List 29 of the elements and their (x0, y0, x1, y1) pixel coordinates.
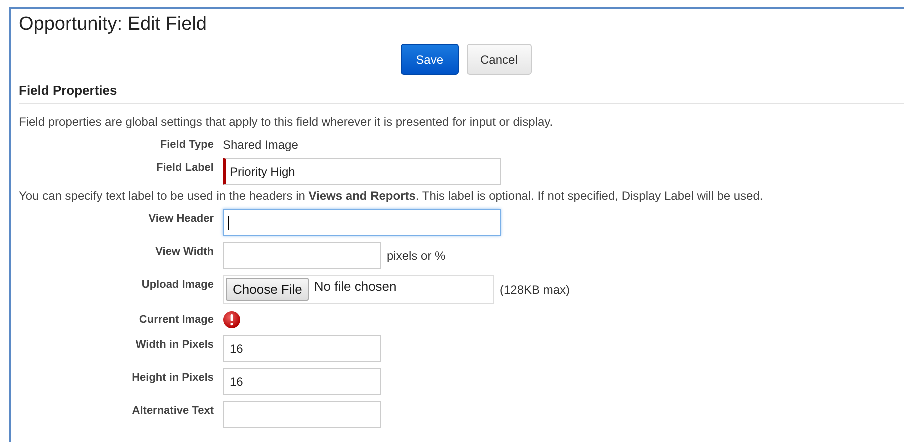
size-limit-text: (128KB max) (500, 282, 570, 296)
file-input[interactable]: Choose File No file chosen (223, 275, 494, 304)
section-title: Field Properties (19, 83, 904, 104)
input-field[interactable]: 16 (223, 335, 381, 362)
input-field[interactable] (223, 242, 381, 269)
field-label: Field Type (159, 138, 214, 151)
field-label: View Header (148, 212, 214, 225)
input-field[interactable]: Priority High (223, 158, 501, 185)
field-label: Height in Pixels (131, 371, 214, 384)
save-button[interactable]: Save (401, 44, 458, 75)
field-label: Alternative Text (131, 404, 214, 417)
cancel-button[interactable]: Cancel (466, 44, 532, 75)
input-field[interactable]: 16 (223, 368, 381, 395)
help-text: You can specify text label to be used in the headers in Views and Reports. This label is optional. If not specified, Display Label will be used. (19, 189, 764, 203)
file-status: No file chosen (314, 278, 397, 294)
field-label: Upload Image (140, 278, 214, 291)
field-label: Field Label (156, 161, 214, 174)
field-label: Width in Pixels (134, 338, 214, 351)
field-label: View Width (154, 245, 214, 258)
error-icon (223, 311, 241, 329)
field-label: Current Image (138, 313, 214, 326)
input-field[interactable] (223, 401, 381, 428)
field-value: Shared Image (223, 137, 298, 152)
choose-file-button[interactable]: Choose File (226, 278, 310, 301)
page-title: Opportunity: Edit Field (19, 14, 208, 36)
unit-label: pixels or % (387, 248, 446, 262)
section-description: Field properties are global settings that apply to this field wherever it is presented for input or display. (19, 115, 554, 129)
text-cursor (228, 216, 229, 230)
input-field[interactable] (223, 209, 501, 236)
